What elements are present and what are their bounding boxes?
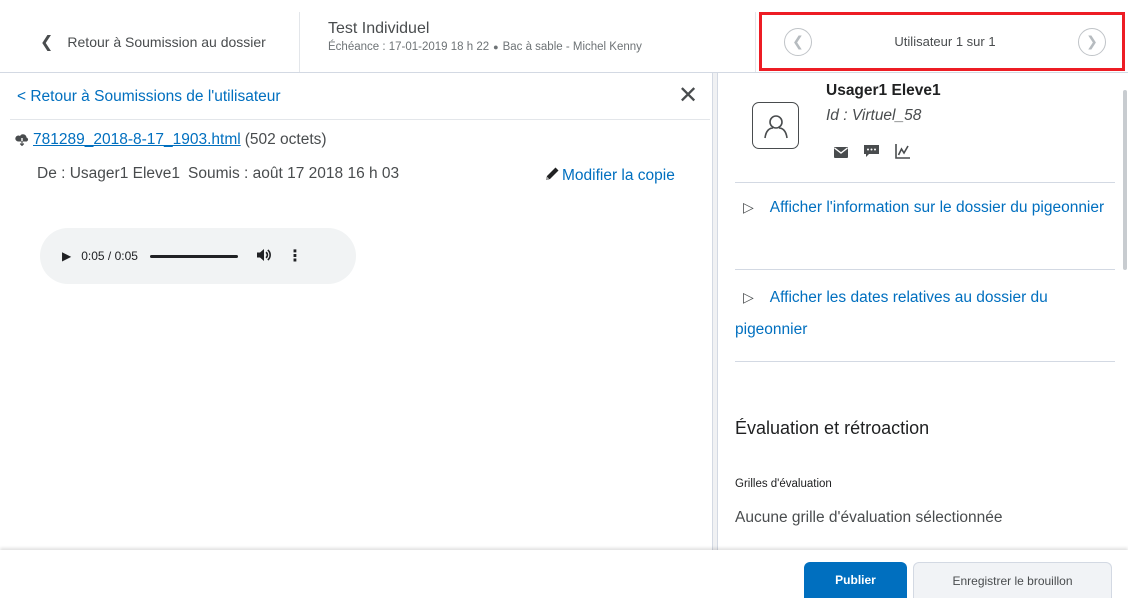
audio-progress-bar[interactable] [149,254,238,258]
download-icon[interactable] [15,132,29,149]
previous-user-button[interactable]: ❮ [784,27,812,56]
assignment-context: Bac à sable - Michel Kenny [502,41,642,53]
expander-folder-info[interactable]: ▷ Afficher l'information sur le dossier d… [735,191,1110,224]
chart-icon[interactable] [895,143,911,163]
assignment-meta: Échéance : 17-01-2019 18 h 22 ● Bac à sabl… [328,39,642,55]
footer-bar: Publier Enregistrer le brouillon [0,550,1128,598]
chevron-left-circle-icon: ❮ [792,33,804,49]
volume-icon[interactable] [256,248,271,265]
user-id: Id : Virtuel_58 [826,107,922,124]
user-name: Usager1 Eleve1 [826,82,941,99]
edit-copy-button[interactable]: Modifier la copie [544,165,675,187]
rubrics-label: Grilles d'évaluation [735,478,832,490]
audio-player: ▶ 0:05 / 0:05 ⋮ [40,228,356,284]
chevron-right-circle-icon: ❯ [1086,33,1098,49]
user-actions [834,143,927,163]
pencil-icon [544,165,561,187]
user-navigation-highlighted: ❮ Utilisateur 1 sur 1 ❯ [759,12,1125,71]
submitted-date: Soumis : août 17 2018 16 h 03 [188,165,400,182]
back-to-user-submissions-link[interactable]: < Retour à Soumissions de l'utilisateur [17,88,281,106]
assignment-info: Test Individuel Échéance : 17-01-2019 18… [328,19,642,55]
chevron-left-icon: ❮ [40,34,54,51]
right-pane-scrollbar[interactable] [1123,90,1127,270]
user-avatar-icon [752,102,799,149]
submitted-file-row: 781289_2018-8-17_1903.html (502 octets) [15,131,327,149]
evaluation-pane: Usager1 Eleve1 Id : Virtuel_58 ▷ Afficher… [718,73,1128,550]
divider [735,182,1115,183]
expander-folder-info-label: Afficher l'information sur le dossier du… [769,199,1105,216]
edit-copy-label: Modifier la copie [562,167,675,184]
email-icon[interactable] [834,145,848,162]
submitted-file-link[interactable]: 781289_2018-8-17_1903.html [33,131,241,149]
next-user-button[interactable]: ❯ [1078,27,1106,56]
triangle-right-icon: ▷ [743,289,754,305]
assignment-due: Échéance : 17-01-2019 18 h 22 [328,41,490,53]
save-draft-button[interactable]: Enregistrer le brouillon [913,562,1112,598]
more-options-icon[interactable]: ⋮ [287,246,303,266]
publish-button[interactable]: Publier [804,562,907,598]
audio-time: 0:05 / 0:05 [81,249,138,263]
back-to-folder-submission-label: Retour à Soumission au dossier [67,34,266,50]
file-size: (502 octets) [244,131,327,148]
submission-details: De : Usager1 Eleve1 Soumis : août 17 2018… [37,165,399,183]
expander-folder-dates[interactable]: ▷ Afficher les dates relatives au dossier… [735,281,1110,346]
evaluation-heading: Évaluation et rétroaction [735,418,930,438]
play-icon[interactable]: ▶ [62,249,71,263]
no-rubric-text: Aucune grille d'évaluation sélectionnée [735,509,1003,526]
assignment-title: Test Individuel [328,20,430,37]
divider [10,119,710,120]
header-divider [755,12,756,72]
user-count-label: Utilisateur 1 sur 1 [894,34,996,49]
submission-pane: < Retour à Soumissions de l'utilisateur … [0,73,710,550]
divider [735,269,1115,270]
header-bar: ❮ Retour à Soumission au dossier Test In… [0,0,1128,73]
submitted-by: De : Usager1 Eleve1 [37,165,181,182]
close-icon[interactable]: ✕ [678,82,698,110]
divider [735,361,1115,362]
bullet-separator: ● [493,42,499,52]
expander-folder-dates-label: Afficher les dates relatives au dossier … [735,289,1048,338]
back-to-folder-submission-button[interactable]: ❮ Retour à Soumission au dossier [0,12,300,72]
chat-icon[interactable] [864,144,879,162]
triangle-right-icon: ▷ [743,199,754,215]
